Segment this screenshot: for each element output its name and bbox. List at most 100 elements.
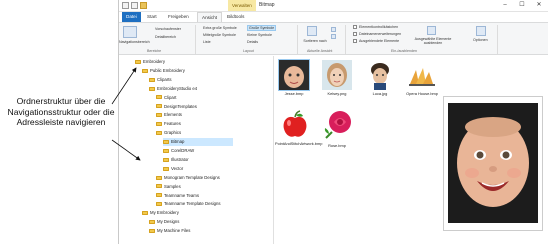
file-thumbnail-opera-house[interactable] (407, 60, 437, 90)
nav-tree-item[interactable]: Teamname Teams (156, 192, 199, 200)
item-checkboxes-checkbox[interactable] (353, 25, 357, 29)
file-name[interactable]: Kelsey.png (319, 91, 355, 97)
folder-icon (163, 139, 169, 144)
group-label-layout: Layout (243, 49, 254, 53)
nav-tree-item[interactable]: Illustrator (163, 156, 189, 164)
folder-icon (156, 131, 162, 136)
tab-bildtools[interactable]: Bildtools (223, 12, 248, 22)
folder-icon (163, 148, 169, 153)
file-thumbnail-jesse[interactable] (278, 59, 310, 91)
undo-icon[interactable] (131, 2, 138, 9)
file-extensions-checkbox[interactable] (353, 32, 357, 36)
folder-icon (135, 59, 141, 64)
folder-icon (142, 211, 148, 216)
nav-tree-label: Vector (171, 165, 184, 171)
contextual-tab-verwalten[interactable]: Verwalten (228, 0, 256, 11)
add-columns-icon[interactable] (331, 34, 336, 39)
nav-tree-item[interactable]: Clipart (156, 94, 176, 102)
nav-tree-item[interactable]: My Designs (149, 218, 179, 226)
tab-freigeben[interactable]: Freigeben (164, 12, 193, 22)
save-icon[interactable] (122, 2, 129, 9)
nav-tree-label: My Designs (157, 219, 180, 225)
sort-by-button[interactable]: Sortieren nach (301, 39, 329, 43)
minimize-icon[interactable]: – (497, 0, 513, 11)
layout-large-icons[interactable]: Große Symbole (247, 25, 277, 31)
maximize-icon[interactable]: ☐ (514, 0, 530, 11)
file-name[interactable]: PointAndStitchArtwork.bmp (275, 141, 322, 147)
sort-icon[interactable] (307, 26, 317, 36)
nav-pane-button[interactable]: Navigationsbereich (119, 40, 150, 44)
layout-medium-icons[interactable]: Mittelgroße Symbole (203, 33, 236, 37)
layout-details[interactable]: Details (247, 40, 258, 44)
file-extensions-label: Dateinamenerweiterungen (359, 32, 402, 36)
ribbon-separator (195, 25, 196, 54)
navigation-pane[interactable]: Embroidery Public Embroidery Cliparts Embro… (119, 56, 274, 244)
details-pane-button[interactable]: Detailbereich (155, 35, 176, 39)
nav-tree-item[interactable]: Features (156, 120, 181, 128)
nav-tree-item[interactable]: Samples (156, 183, 181, 191)
nav-tree-item[interactable]: Vector (163, 165, 183, 173)
tab-start[interactable]: Start (143, 12, 161, 22)
layout-small-icons[interactable]: Kleine Symbole (247, 33, 272, 37)
rose-icon (322, 108, 354, 140)
ribbon: Navigationsbereich Vorschaufenster Detai… (119, 22, 548, 55)
options-button[interactable]: Optionen (473, 38, 488, 42)
folder-icon (149, 86, 155, 91)
file-thumbnail-luca[interactable] (365, 60, 395, 90)
tab-datei[interactable]: Datei (122, 12, 141, 22)
folder-icon[interactable] (140, 2, 147, 9)
layout-extra-large-icons[interactable]: Extra große Symbole (203, 26, 237, 30)
nav-tree-label: Public Embroidery (150, 67, 185, 73)
ribbon-tabs: Datei Start Freigeben Ansicht Bildtools (119, 12, 548, 22)
layout-list[interactable]: Liste (203, 40, 211, 44)
nav-tree-item[interactable]: Teamname Template Designs (156, 200, 221, 208)
preview-pane-button[interactable]: Vorschaufenster (155, 27, 181, 31)
nav-pane-icon[interactable] (123, 26, 137, 38)
nav-tree-label: CorelDRAW (171, 148, 195, 153)
nav-tree-item[interactable]: My Embroidery (142, 209, 179, 217)
tab-ansicht[interactable]: Ansicht (197, 12, 223, 22)
folder-icon (163, 166, 169, 171)
folder-icon (156, 202, 162, 207)
nav-tree-item[interactable]: CorelDRAW (163, 147, 194, 155)
nav-tree-label: Features (164, 121, 181, 127)
file-name[interactable]: Luca.jpg (363, 91, 397, 97)
nav-tree-label: DesignTemplates (164, 103, 197, 109)
group-by-icon[interactable] (331, 27, 336, 32)
nav-tree-label: Clipart (164, 94, 177, 100)
nav-tree-label: Elements (164, 112, 182, 118)
nav-tree-item[interactable]: Elements (156, 111, 182, 119)
nav-tree-item[interactable]: Bitmap (163, 138, 233, 147)
hide-selected-icon[interactable] (427, 26, 436, 35)
nav-tree-item[interactable]: Embroidery (135, 58, 165, 66)
nav-tree-item[interactable]: Monogram Template Designs (156, 174, 220, 182)
close-icon[interactable]: ✕ (531, 0, 547, 11)
nav-tree-item[interactable]: Cliparts (149, 76, 172, 84)
file-thumbnail-apple[interactable] (279, 108, 311, 140)
folder-icon (156, 193, 162, 198)
nav-tree-label: Teamname Teams (164, 192, 200, 198)
nav-tree-item[interactable]: DesignTemplates (156, 103, 197, 111)
nav-tree-item[interactable]: Graphics (156, 129, 181, 137)
folder-icon (156, 184, 162, 189)
hide-selected-button[interactable]: Ausgewählte Elemente ausblenden (413, 37, 453, 45)
nav-tree-label: Samples (164, 183, 181, 189)
file-name[interactable]: Rose.bmp (319, 143, 355, 149)
nav-tree-label: Embroidery (143, 59, 165, 64)
nav-tree-label: Monogram Template Designs (164, 174, 220, 180)
nav-tree-item[interactable]: Public Embroidery (142, 67, 185, 75)
folder-icon (156, 104, 162, 109)
file-thumbnail-kelsey[interactable] (322, 60, 352, 90)
file-name[interactable]: Jesse.bmp (277, 91, 311, 97)
folder-icon (156, 122, 162, 127)
options-icon[interactable] (476, 26, 486, 36)
nav-tree-label: Cliparts (157, 76, 172, 82)
file-thumbnail-rose[interactable] (322, 108, 354, 140)
baby-photo-icon (279, 60, 309, 90)
nav-tree-item[interactable]: EmbroideryStudio e4 (149, 85, 197, 93)
folder-icon (156, 95, 162, 100)
hidden-items-checkbox[interactable] (353, 39, 357, 43)
annotation-text: Ordnerstruktur über die Navigationsstruk… (7, 96, 115, 128)
nav-tree-item[interactable]: My Machine Files (149, 227, 190, 235)
file-name[interactable]: Opera House.bmp (403, 91, 441, 97)
